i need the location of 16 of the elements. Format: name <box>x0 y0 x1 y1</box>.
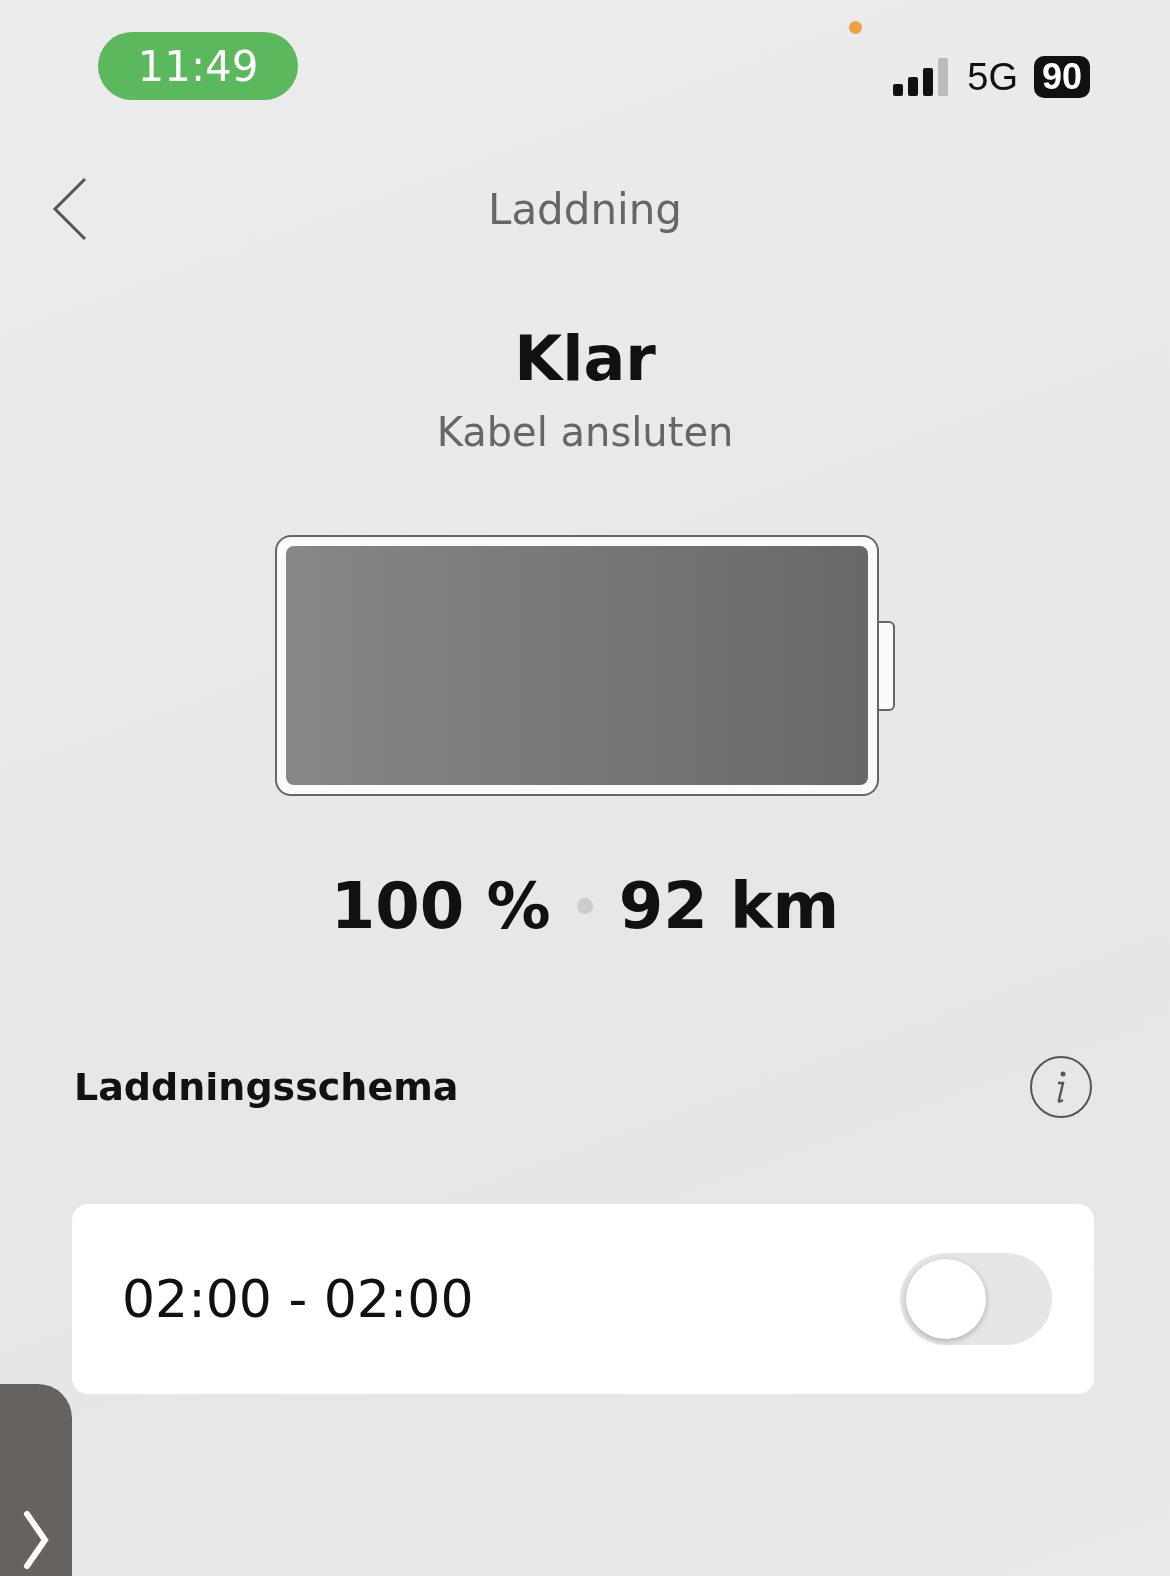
back-icon[interactable] <box>52 177 88 241</box>
side-drawer-tab[interactable] <box>0 1384 72 1576</box>
range-value: 92 km <box>618 868 840 945</box>
chevron-icon[interactable] <box>21 1510 51 1570</box>
section-title: Laddningsschema <box>74 1065 459 1109</box>
charge-percent: 100 % <box>330 868 551 945</box>
separator-dot <box>576 898 593 914</box>
page-title: Laddning <box>488 184 682 234</box>
battery-indicator: 90 <box>1033 56 1090 98</box>
network-label: 5G <box>967 55 1018 99</box>
schedule-time: 02:00 - 02:00 <box>122 1269 474 1329</box>
privacy-dot <box>849 21 862 34</box>
status-time: 11:49 <box>98 32 298 100</box>
info-icon[interactable] <box>1030 1056 1092 1118</box>
cable-status: Kabel ansluten <box>435 408 735 457</box>
charging-status: Klar <box>513 321 657 397</box>
